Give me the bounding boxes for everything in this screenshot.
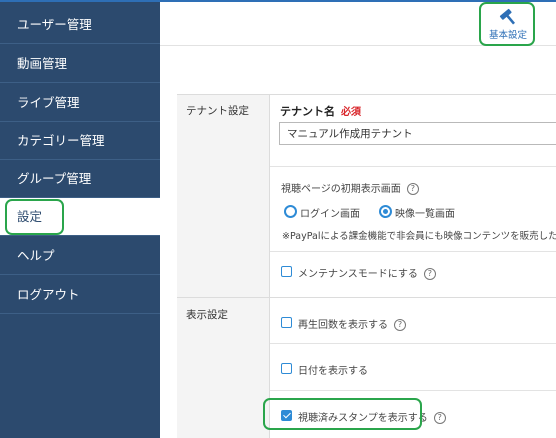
sidebar-item-logout[interactable]: ログアウト bbox=[0, 276, 160, 314]
sidebar-item-live[interactable]: ライブ管理 bbox=[0, 84, 160, 122]
basic-settings-button[interactable]: 基本設定 bbox=[484, 5, 532, 45]
help-icon[interactable]: ? bbox=[406, 183, 419, 195]
radio-login-screen[interactable] bbox=[284, 205, 297, 218]
sidebar-item-categories[interactable]: カテゴリー管理 bbox=[0, 122, 160, 160]
section-divider bbox=[177, 297, 556, 298]
initial-screen-label: 視聴ページの初期表示画面? bbox=[281, 180, 419, 195]
row-divider bbox=[270, 390, 556, 391]
sidebar: ユーザー管理 動画管理 ライブ管理 カテゴリー管理 グループ管理 設定 ヘルプ … bbox=[0, 2, 160, 438]
initial-screen-label-text: 視聴ページの初期表示画面 bbox=[281, 184, 401, 195]
tenant-name-label: テナント名 bbox=[280, 105, 335, 118]
watched-stamp-checkbox[interactable] bbox=[281, 410, 292, 421]
tenant-name-input[interactable] bbox=[279, 122, 556, 145]
radio-login-label[interactable]: ログイン画面 bbox=[300, 205, 360, 220]
help-icon[interactable]: ? bbox=[433, 412, 446, 424]
hammer-icon bbox=[499, 8, 516, 25]
play-count-label-text: 再生回数を表示する bbox=[298, 320, 388, 331]
sidebar-item-groups[interactable]: グループ管理 bbox=[0, 160, 160, 198]
maintenance-label[interactable]: メンテナンスモードにする? bbox=[298, 265, 436, 280]
radio-video-list-label[interactable]: 映像一覧画面 bbox=[395, 205, 455, 220]
tenant-settings-label: テナント設定 bbox=[186, 105, 249, 117]
play-count-label[interactable]: 再生回数を表示する? bbox=[298, 316, 406, 331]
watched-stamp-label[interactable]: 視聴済みスタンプを表示する? bbox=[298, 409, 446, 424]
sidebar-item-help[interactable]: ヘルプ bbox=[0, 237, 160, 275]
tenant-name-title: テナント名 必須 bbox=[280, 103, 361, 119]
display-settings-label: 表示設定 bbox=[186, 309, 228, 321]
basic-settings-label: 基本設定 bbox=[488, 30, 527, 41]
section-label-column bbox=[177, 95, 270, 438]
required-badge: 必須 bbox=[341, 107, 361, 118]
date-label[interactable]: 日付を表示する bbox=[298, 362, 368, 377]
watched-stamp-label-text: 視聴済みスタンプを表示する bbox=[298, 413, 428, 424]
sidebar-item-users[interactable]: ユーザー管理 bbox=[0, 6, 160, 44]
radio-video-list[interactable] bbox=[379, 205, 392, 218]
sidebar-item-settings[interactable]: 設定 bbox=[0, 198, 160, 236]
maintenance-label-text: メンテナンスモードにする bbox=[298, 269, 418, 280]
row-divider bbox=[270, 166, 556, 167]
date-checkbox[interactable] bbox=[281, 363, 292, 374]
row-divider bbox=[270, 343, 556, 344]
maintenance-checkbox[interactable] bbox=[281, 266, 292, 277]
help-icon[interactable]: ? bbox=[423, 268, 436, 280]
play-count-checkbox[interactable] bbox=[281, 317, 292, 328]
help-icon[interactable]: ? bbox=[394, 319, 406, 331]
row-divider bbox=[270, 251, 556, 252]
sidebar-item-videos[interactable]: 動画管理 bbox=[0, 45, 160, 83]
paypal-note: ※PayPalによる課金機能で非会員にも映像コンテンツを販売した bbox=[282, 231, 556, 242]
